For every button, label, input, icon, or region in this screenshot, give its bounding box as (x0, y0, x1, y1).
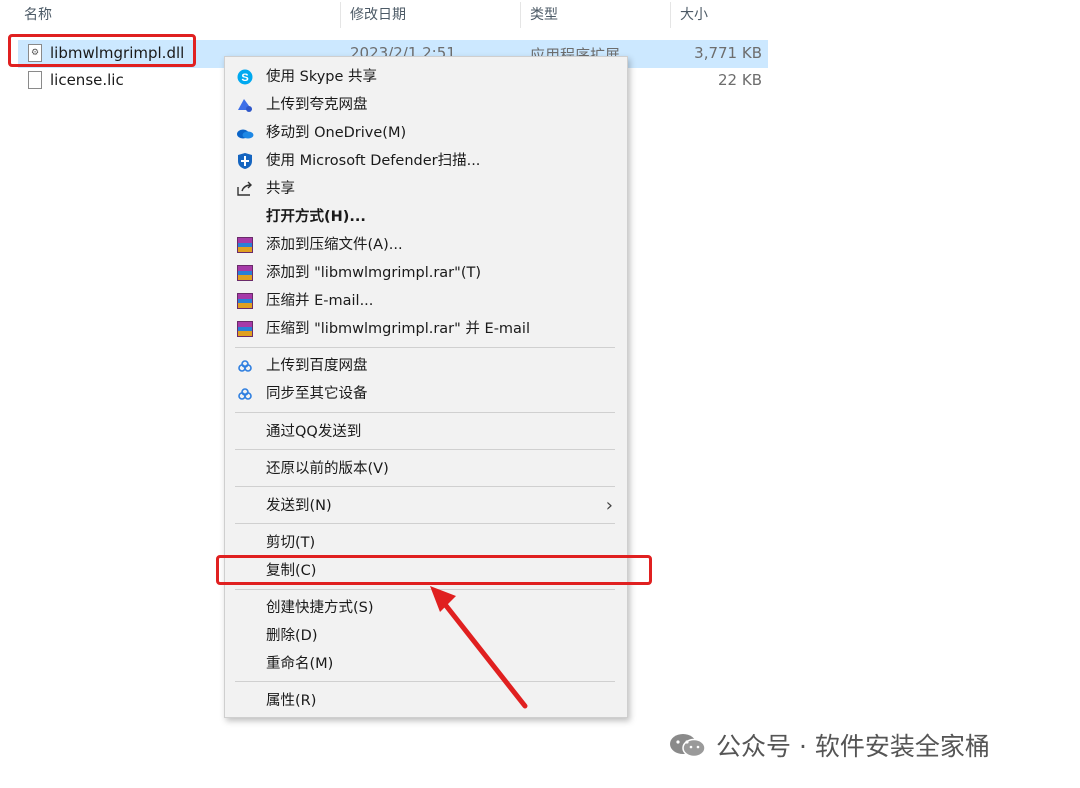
annotation-arrow (430, 586, 528, 709)
wechat-icon (668, 731, 708, 759)
watermark-text: 公众号 · 软件安装全家桶 (716, 732, 990, 761)
watermark: 公众号 · 软件安装全家桶 (668, 728, 990, 762)
